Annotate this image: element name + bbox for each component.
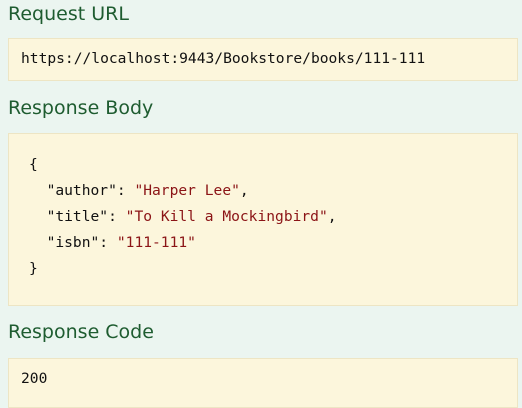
- response-body-heading: Response Body: [8, 97, 154, 119]
- json-key: "author": [46, 182, 117, 199]
- json-value: "To Kill a Mockingbird": [125, 208, 328, 225]
- json-comma: ,: [239, 182, 249, 199]
- json-open-brace: {: [29, 156, 38, 173]
- response-code-value: 200: [21, 370, 48, 387]
- json-field-author: "author": "Harper Lee",: [46, 182, 249, 199]
- json-value: "Harper Lee": [134, 182, 240, 199]
- request-url-heading: Request URL: [8, 3, 129, 25]
- json-close-brace: }: [29, 260, 38, 277]
- response-code-heading: Response Code: [8, 321, 154, 343]
- request-url-box: https://localhost:9443/Bookstore/books/1…: [8, 38, 518, 81]
- json-key: "title": [46, 208, 109, 225]
- json-key: "isbn": [46, 234, 100, 251]
- request-url-value[interactable]: https://localhost:9443/Bookstore/books/1…: [21, 50, 425, 67]
- json-field-isbn: "isbn": "111-111": [46, 234, 196, 251]
- json-field-title: "title": "To Kill a Mockingbird",: [46, 208, 337, 225]
- json-value: "111-111": [116, 234, 196, 251]
- response-body-json: { "author": "Harper Lee", "title": "To K…: [29, 152, 337, 282]
- response-body-box: { "author": "Harper Lee", "title": "To K…: [8, 133, 518, 306]
- json-comma: ,: [327, 208, 337, 225]
